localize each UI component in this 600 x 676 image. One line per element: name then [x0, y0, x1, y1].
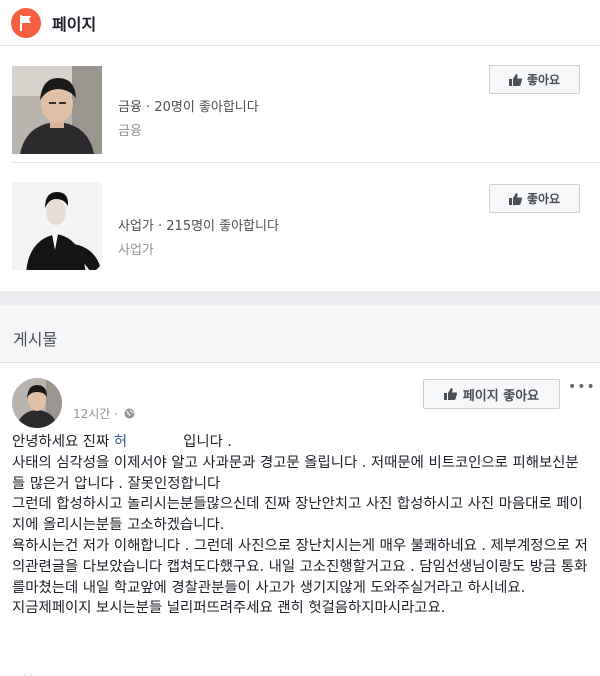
like-label: 좋아요 [526, 192, 561, 206]
section-separator [0, 291, 600, 305]
post-paragraph: 욕하시는건 저가 이해합니다 . 그런데 사진으로 장난치시는게 매우 불쾌하네… [12, 537, 588, 596]
post-paragraph: 그런데 합성하시고 놀리시는분들많으신데 진짜 장난안치고 사진 합성하시고 사… [12, 496, 583, 534]
page-meta: 사업가 · 215명이 좋아합니다 [118, 219, 279, 234]
thumbs-up-icon [508, 73, 522, 86]
like-button[interactable]: 좋아요 [489, 184, 580, 213]
author-name-link[interactable]: 허 [114, 434, 127, 450]
post-body: 안녕하세요 진짜 허 입니다 . 사태의 심각성을 이제서야 알고 사과문과 경고… [12, 432, 590, 619]
post-timestamp[interactable]: 12시간 · [73, 405, 135, 422]
page-card[interactable]: 금융 · 20명이 좋아합니다 금융 좋아요 [0, 47, 600, 157]
post-paragraph: 지금제페이지 보시는분들 널리퍼뜨려주세요 괜히 헛걸음하지마시라고요. [12, 600, 446, 617]
like-label: 좋아요 [526, 73, 561, 87]
flag-icon [11, 8, 41, 38]
thumbs-up-icon [443, 388, 457, 400]
page-like-button[interactable]: 페이지 좋아요 [423, 379, 560, 409]
more-options-icon[interactable]: ••• [568, 379, 596, 395]
page-category: 사업가 [118, 243, 154, 258]
page-like-label: 페이지 좋아요 [462, 388, 540, 404]
post-time-text: 12시간 · [73, 407, 118, 421]
post-paragraph: 사태의 심각성을 이제서야 알고 사과문과 경고문 올립니다 . 저때문에 비트… [12, 454, 579, 492]
pages-title: 페이지 [52, 15, 97, 34]
posts-title: 게시물 [13, 330, 58, 349]
page-card[interactable]: 사업가 · 215명이 좋아합니다 사업가 좋아요 [0, 163, 600, 273]
thumbs-up-icon [508, 192, 522, 205]
post-faded-text: - 허 [12, 670, 33, 676]
pages-header: 페이지 [0, 0, 600, 46]
page-meta: 금융 · 20명이 좋아합니다 [118, 100, 259, 115]
posts-header: 게시물 [0, 305, 600, 363]
post: 12시간 · 페이지 좋아요 ••• 안녕하세요 진짜 허 입니다 . 사태의 심… [0, 364, 600, 676]
page-thumbnail[interactable] [12, 66, 102, 154]
globe-icon [124, 408, 135, 419]
page-thumbnail[interactable] [12, 182, 102, 270]
post-avatar[interactable] [12, 378, 62, 428]
page-category: 금융 [118, 124, 142, 139]
like-button[interactable]: 좋아요 [489, 65, 580, 94]
post-greeting: 안녕하세요 진짜 허 입니다 . [12, 434, 232, 450]
